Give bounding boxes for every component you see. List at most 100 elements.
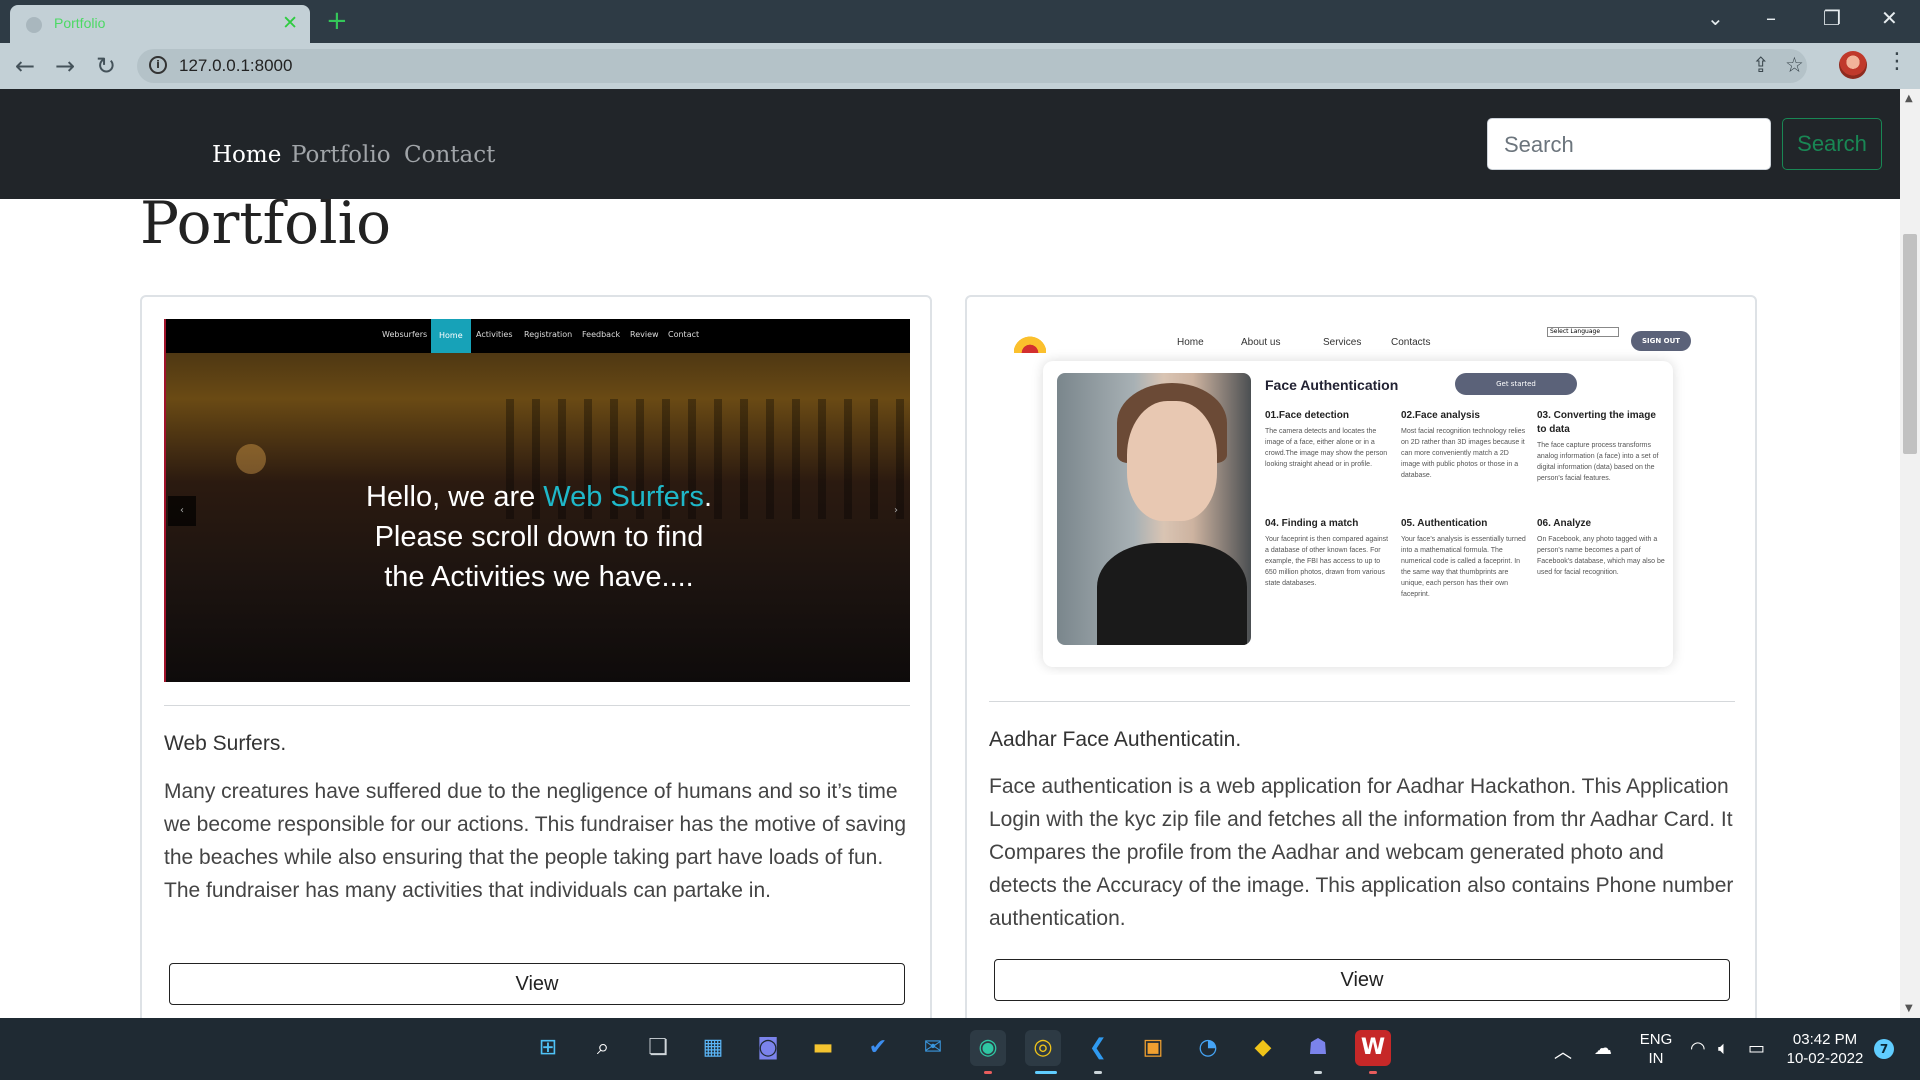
task-view-icon[interactable]: ❏ xyxy=(640,1030,676,1066)
page-title: Portfolio xyxy=(140,189,392,257)
widgets-icon[interactable]: ▦ xyxy=(695,1030,731,1066)
profile-avatar[interactable] xyxy=(1839,51,1867,79)
preview-nav-registration: Registration xyxy=(524,330,573,339)
web-surfers-preview-image: Websurfers Home Activities Registration … xyxy=(164,319,910,682)
chrome-active-indicator xyxy=(1035,1071,1057,1074)
card-description: Many creatures have suffered due to the … xyxy=(164,780,906,902)
card-title: Aadhar Face Authenticatin. xyxy=(989,728,1242,751)
battery-icon[interactable]: ▭ xyxy=(1748,1038,1765,1059)
notification-badge[interactable]: 7 xyxy=(1874,1039,1894,1059)
search-button[interactable]: Search xyxy=(1782,118,1882,170)
preview-step: 06. Analyze On Facebook, any photo tagge… xyxy=(1537,518,1665,576)
scrollbar-thumb[interactable] xyxy=(1903,234,1917,454)
minimize-icon[interactable]: – xyxy=(1766,6,1776,30)
mail-icon[interactable]: ✉ xyxy=(915,1030,951,1066)
hero-suffix: . xyxy=(703,481,712,513)
preview-nav-contact: Contact xyxy=(668,330,700,339)
tab-search-chevron-icon[interactable]: ⌄ xyxy=(1707,6,1724,30)
teams-icon[interactable]: ☗ xyxy=(1300,1030,1336,1066)
reload-icon[interactable]: ↻ xyxy=(96,52,116,80)
preview-nav-brand: Websurfers xyxy=(382,330,428,339)
view-button[interactable]: View xyxy=(994,959,1730,1001)
new-tab-icon[interactable]: + xyxy=(326,6,348,36)
portfolio-card-web-surfers: Websurfers Home Activities Registration … xyxy=(140,295,932,1018)
vscode-icon[interactable]: ❮ xyxy=(1080,1030,1116,1066)
site-navbar: Home Portfolio Contact Search Search xyxy=(0,89,1900,199)
nav-contact[interactable]: Contact xyxy=(404,142,495,168)
git-icon[interactable]: ◆ xyxy=(1245,1030,1281,1066)
hero-prefix: Hello, we are xyxy=(365,481,544,513)
sunset-sun xyxy=(236,444,266,474)
app-icon[interactable]: ◔ xyxy=(1190,1030,1226,1066)
chrome-icon[interactable]: ◎ xyxy=(1025,1030,1061,1066)
aadhaar-logo xyxy=(1014,331,1046,353)
language-code: ENG xyxy=(1639,1031,1673,1048)
bookmark-star-icon[interactable]: ☆ xyxy=(1785,53,1804,77)
preview-signout: SIGN OUT xyxy=(1631,331,1691,351)
view-button[interactable]: View xyxy=(169,963,905,1005)
language-indicator[interactable]: ENG IN xyxy=(1636,1030,1676,1068)
browser-tab[interactable]: Portfolio ✕ xyxy=(10,5,310,43)
wps-office-icon[interactable]: W xyxy=(1355,1030,1391,1066)
share-icon[interactable]: ⇪ xyxy=(1752,53,1770,77)
edge-running-indicator xyxy=(984,1071,992,1074)
preview-step: 05. Authentication Your face's analysis … xyxy=(1401,518,1526,598)
clock-date: 10-02-2022 xyxy=(1786,1050,1864,1067)
preview-step: 02.Face analysis Most facial recognition… xyxy=(1401,410,1526,479)
region-code: IN xyxy=(1648,1050,1664,1067)
preview-nav-about: About us xyxy=(1241,337,1281,348)
aadhar-preview-image: Home About us Services Contacts Select L… xyxy=(989,319,1735,675)
preview-heading: Face Authentication xyxy=(1265,377,1399,393)
preview-navbar: Websurfers Home Activities Registration … xyxy=(166,319,910,353)
back-icon[interactable]: ← xyxy=(15,52,35,80)
browser-toolbar: ← → ↻ i 127.0.0.1:8000 ⇪ ☆ ⋮ xyxy=(0,43,1920,89)
card-divider xyxy=(989,701,1735,702)
start-icon[interactable]: ⊞ xyxy=(530,1030,566,1066)
preview-hero-text: Hello, we are Web Surfers. Please scroll… xyxy=(166,477,910,597)
clock[interactable]: 03:42 PM 10-02-2022 xyxy=(1782,1030,1868,1068)
address-bar[interactable]: i 127.0.0.1:8000 ⇪ ☆ xyxy=(137,49,1807,83)
tab-title: Portfolio xyxy=(54,15,106,31)
page-viewport: Home Portfolio Contact Search Search Por… xyxy=(0,89,1900,1018)
teams-running-indicator xyxy=(1314,1071,1322,1074)
edge-icon[interactable]: ◉ xyxy=(970,1030,1006,1066)
preview-nav-home: Home xyxy=(1177,337,1204,348)
card-description: Face authentication is a web application… xyxy=(989,775,1734,930)
close-window-icon[interactable]: ✕ xyxy=(1881,6,1898,30)
hero-accent: Web Surfers xyxy=(543,481,704,513)
nav-home[interactable]: Home xyxy=(212,142,281,168)
preview-nav-contacts: Contacts xyxy=(1391,337,1431,348)
todo-icon[interactable]: ✔ xyxy=(860,1030,896,1066)
scroll-up-icon[interactable]: ▲ xyxy=(1905,93,1913,104)
preview-nav-home: Home xyxy=(431,319,471,353)
show-hidden-icons-icon[interactable]: ︿ xyxy=(1554,1038,1572,1064)
file-explorer-icon[interactable]: ▬ xyxy=(805,1030,841,1066)
preview-nav-feedback: Feedback xyxy=(582,330,621,339)
search-placeholder: Search xyxy=(1504,132,1574,157)
browser-tab-strip: Portfolio ✕ + ⌄ – ❐ ✕ xyxy=(0,0,1920,43)
search-icon[interactable]: ⌕ xyxy=(585,1030,621,1066)
nav-portfolio[interactable]: Portfolio xyxy=(291,142,391,168)
store-icon[interactable]: ▣ xyxy=(1135,1030,1171,1066)
browser-menu-icon[interactable]: ⋮ xyxy=(1886,49,1908,74)
vscode-running-indicator xyxy=(1094,1071,1102,1074)
url-text[interactable]: 127.0.0.1:8000 xyxy=(179,56,292,76)
onedrive-icon[interactable]: ☁ xyxy=(1594,1038,1612,1059)
wifi-icon[interactable]: ◠ xyxy=(1690,1038,1706,1059)
site-info-icon[interactable]: i xyxy=(149,56,167,74)
volume-icon[interactable]: 🔈︎ xyxy=(1718,1038,1729,1059)
page-scrollbar[interactable]: ▲ ▼ xyxy=(1900,89,1920,1018)
card-divider xyxy=(164,705,910,706)
preview-nav-activities: Activities xyxy=(476,330,513,339)
chat-icon[interactable]: ◙ xyxy=(750,1030,786,1066)
tab-close-icon[interactable]: ✕ xyxy=(282,12,298,34)
preview-nav-services: Services xyxy=(1323,337,1362,348)
hero-line-3: the Activities we have.... xyxy=(384,561,694,593)
preview-language-select: Select Language xyxy=(1547,327,1619,337)
forward-icon[interactable]: → xyxy=(55,52,75,80)
preview-face-auth-panel: Face Authentication Get started 01.Face … xyxy=(1043,361,1673,667)
scroll-down-icon[interactable]: ▼ xyxy=(1905,1003,1913,1014)
restore-icon[interactable]: ❐ xyxy=(1823,6,1841,30)
preview-step: 04. Finding a match Your faceprint is th… xyxy=(1265,518,1389,587)
search-input[interactable]: Search xyxy=(1487,118,1771,170)
